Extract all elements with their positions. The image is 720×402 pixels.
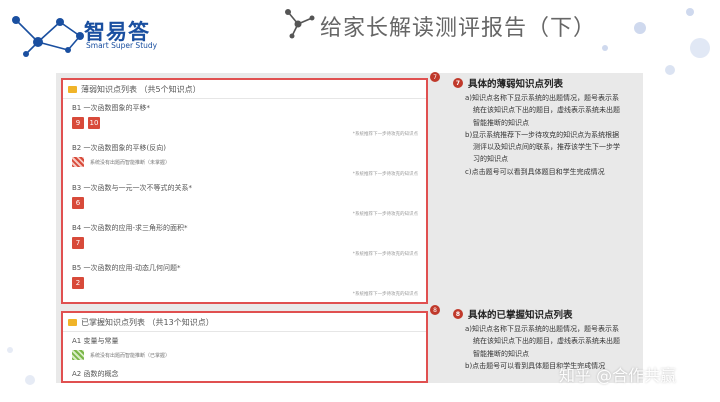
description-line: c)点击题号可以看到具体题目和学生完成情况 — [465, 167, 605, 176]
recommend-note: *系统推荐下一步待攻克的知识点 — [352, 132, 418, 137]
list-item: B3 一次函数与一元一次不等式的关系* 6 *系统推荐下一步待攻克的知识点 — [63, 179, 426, 219]
brand-tagline: Smart Super Study — [86, 41, 158, 50]
question-number-chip[interactable]: 7 — [72, 237, 84, 249]
recommend-note: *系统推荐下一步待攻克的知识点 — [352, 212, 418, 217]
description-title-text: 具体的薄弱知识点列表 — [468, 79, 564, 90]
weak-points-header-text: 薄弱知识点列表 （共5个知识点） — [81, 84, 201, 94]
mastered-points-header-text: 已掌握知识点列表 （共13个知识点） — [81, 317, 214, 327]
recommend-note: *系统推荐下一步待攻克的知识点 — [352, 252, 418, 257]
list-item: A1 变量与常量 系统没有出题而智能推断（已掌握） — [63, 332, 426, 365]
description-line: a)知识点名称下显示系统的出题情况，题号表示系 — [465, 94, 620, 102]
marker-8-badge: 8 — [430, 305, 440, 315]
knowledge-point-title: B5 一次函数的应用-动态几何问题* — [72, 264, 181, 272]
marker-8-icon: 8 — [453, 309, 463, 319]
page-title: 给家长解读测评报告（下） — [320, 16, 597, 41]
list-item: A2 函数的概念 — [63, 365, 426, 381]
list-item: B2 一次函数图象的平移(反向) 系统没有出题而智能推断（未掌握） *系统推荐下… — [63, 139, 426, 179]
inferred-hatch-icon — [72, 350, 84, 360]
folder-icon — [68, 318, 77, 326]
description-line: b)显示系统推荐下一步待攻克的知识点为系统根据 — [465, 130, 620, 139]
knowledge-point-title: A1 变量与常量 — [72, 337, 119, 345]
mastered-points-header: 已掌握知识点列表 （共13个知识点） — [63, 313, 426, 332]
knowledge-point-title: B4 一次函数的应用-求三角形的面积* — [72, 224, 188, 232]
description-weak-points: 7 具体的薄弱知识点列表 a)知识点名称下显示系统的出题情况，题号表示系 统在该… — [453, 76, 643, 178]
knowledge-point-title: B1 一次函数图象的平移* — [72, 104, 150, 112]
description-line: 智能推断的知识点 — [473, 118, 529, 127]
description-line: 智能推断的知识点 — [473, 349, 529, 358]
mastered-points-box: 已掌握知识点列表 （共13个知识点） A1 变量与常量 系统没有出题而智能推断（… — [61, 311, 428, 383]
marker-7-badge: 7 — [430, 72, 440, 82]
inferred-note: 系统没有出题而智能推断（已掌握） — [90, 352, 171, 359]
description-line: a)知识点名称下显示系统的出题情况，题号表示系 — [465, 325, 620, 333]
list-item: B4 一次函数的应用-求三角形的面积* 7 *系统推荐下一步待攻克的知识点 — [63, 219, 426, 259]
list-item: B1 一次函数图象的平移* 9 10 *系统推荐下一步待攻克的知识点 — [63, 99, 426, 139]
knowledge-point-title: A2 函数的概念 — [72, 370, 119, 378]
question-number-chip[interactable]: 9 — [72, 117, 84, 129]
description-title: 8 具体的已掌握知识点列表 — [453, 307, 643, 321]
question-number-chip[interactable]: 2 — [72, 277, 84, 289]
list-item: B5 一次函数的应用-动态几何问题* 2 *系统推荐下一步待攻克的知识点 — [63, 259, 426, 299]
knowledge-point-title: B2 一次函数图象的平移(反向) — [72, 144, 166, 152]
knowledge-point-title: B3 一次函数与一元一次不等式的关系* — [72, 184, 192, 192]
marker-7-icon: 7 — [453, 78, 463, 88]
recommend-note: *系统推荐下一步待攻克的知识点 — [352, 172, 418, 177]
description-line: 测评以及知识点间的联系，推荐该学生下一步学 — [473, 143, 620, 152]
question-number-chip[interactable]: 6 — [72, 197, 84, 209]
description-line: 统在该知识点下出的题目，虚线表示系统未出题 — [473, 106, 620, 115]
description-title: 7 具体的薄弱知识点列表 — [453, 76, 643, 90]
description-title-text: 具体的已掌握知识点列表 — [468, 310, 573, 321]
inferred-note: 系统没有出题而智能推断（未掌握） — [90, 159, 171, 166]
network-node-icon — [285, 9, 315, 39]
watermark: 知乎 @合作共赢 — [559, 366, 677, 385]
weak-points-box: 薄弱知识点列表 （共5个知识点） B1 一次函数图象的平移* 9 10 *系统推… — [61, 78, 428, 304]
folder-icon — [68, 85, 77, 93]
description-line: 习的知识点 — [473, 155, 508, 164]
description-line: 统在该知识点下出的题目，虚线表示系统未出题 — [473, 337, 620, 346]
weak-points-header: 薄弱知识点列表 （共5个知识点） — [63, 80, 426, 99]
recommend-note: *系统推荐下一步待攻克的知识点 — [352, 292, 418, 297]
inferred-hatch-icon — [72, 157, 84, 167]
question-number-chip[interactable]: 10 — [88, 117, 100, 129]
